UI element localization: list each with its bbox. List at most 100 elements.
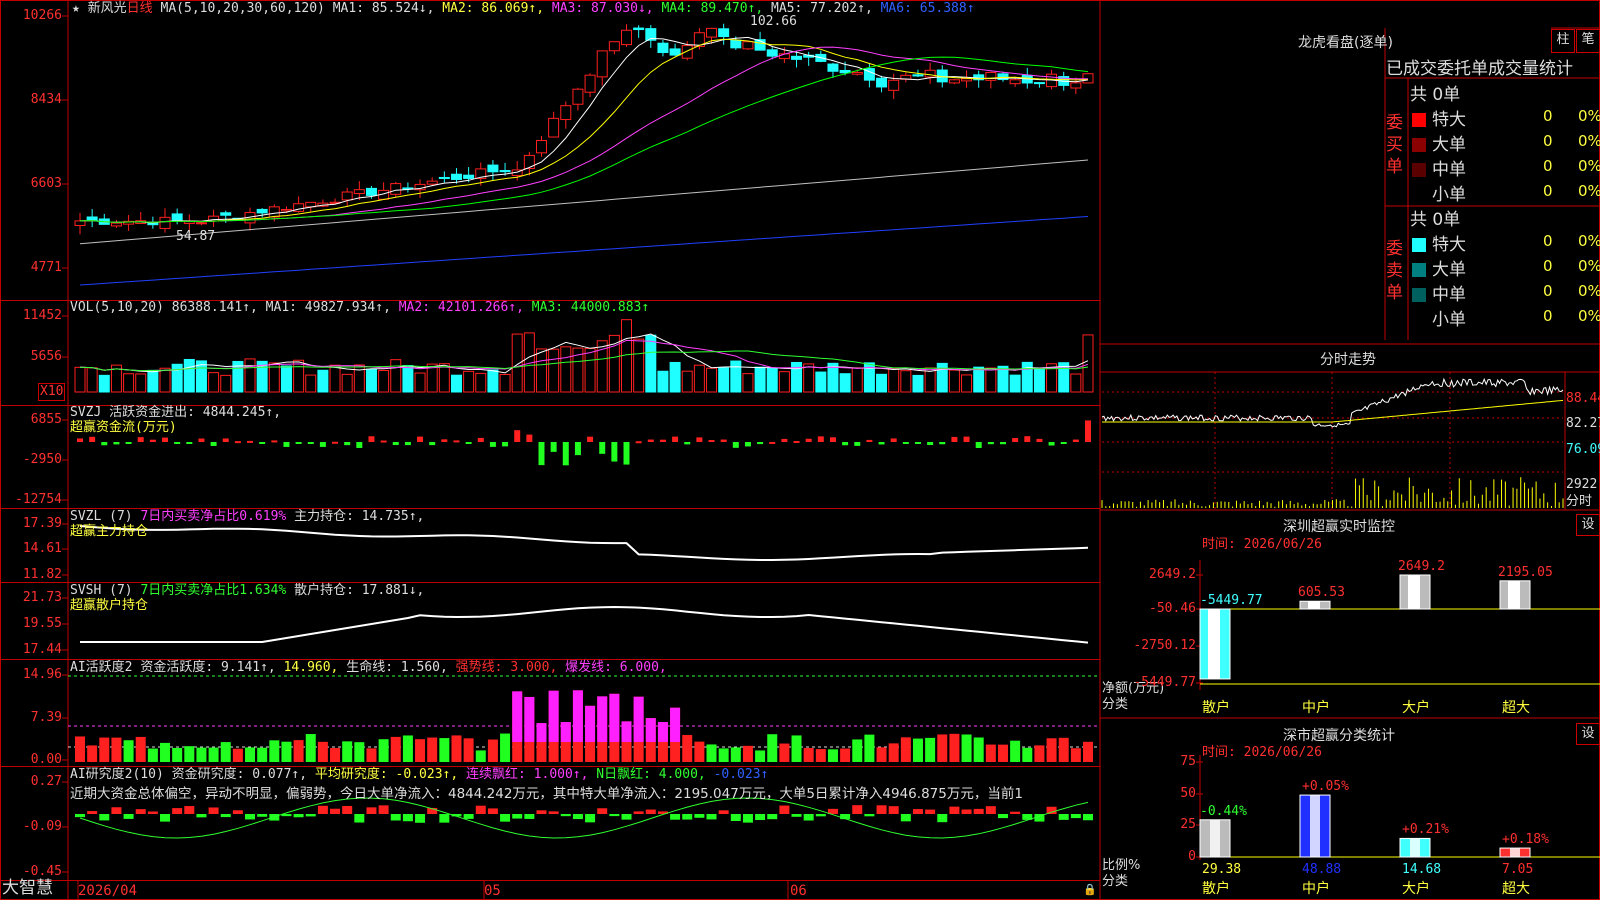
research-bar — [184, 806, 195, 814]
research-bar — [160, 814, 171, 822]
research-bar — [439, 814, 450, 823]
candle-body — [876, 77, 888, 88]
fund-flow-bar — [477, 437, 484, 442]
svsh-y-label: 17.44 — [22, 642, 62, 657]
fund-flow-bar — [429, 442, 436, 446]
candle-body — [730, 39, 742, 49]
ma5-line — [79, 159, 1089, 245]
candle-body — [948, 79, 960, 84]
fund-flow-bar — [963, 436, 970, 442]
activity-bar — [99, 737, 110, 762]
stat-tabs[interactable]: 已成交委托单成交量统计 — [1386, 54, 1600, 79]
class-axis-sub: 分类 — [1102, 874, 1129, 889]
candle-body — [280, 209, 292, 212]
volume-bar — [730, 360, 742, 393]
volume-bar — [305, 374, 317, 393]
activity-burst-bar — [524, 696, 535, 742]
volume-bar — [135, 373, 147, 393]
volume-bar — [1070, 373, 1082, 393]
order-size-name: 特大 — [1432, 110, 1466, 130]
ai2-research: 资金研究度: 0.077↑, — [171, 767, 308, 782]
sz-value-label: -5449.77 — [1200, 593, 1263, 608]
activity-bar — [317, 741, 328, 762]
research-bar — [925, 809, 936, 814]
order-pct: 0% — [1578, 182, 1600, 200]
volume-bar — [147, 369, 159, 393]
research-bar — [415, 814, 426, 823]
research-bar — [220, 814, 231, 818]
star-icon[interactable]: ★ — [72, 1, 80, 16]
research-bar — [803, 814, 814, 821]
sz-net-bar-highlight — [1308, 601, 1320, 609]
ai2-y-label: -0.09 — [22, 819, 62, 834]
volume-bar — [365, 368, 377, 393]
volume-bar — [778, 371, 790, 393]
research-bar — [257, 814, 268, 817]
research-bar — [742, 814, 753, 823]
activity-burst-bar — [645, 718, 656, 742]
buy-orders-label: 委买单 — [1386, 113, 1403, 177]
fund-flow-bar — [574, 442, 581, 456]
research-bar — [949, 806, 960, 814]
ma2-value: MA2: 86.069↑, — [442, 1, 545, 16]
svzj-value: 活跃资金进出: 4844.245↑, — [109, 405, 282, 420]
activity-bar — [852, 739, 863, 762]
volume-bar — [463, 370, 475, 393]
volume-bar — [1033, 367, 1045, 393]
research-bar — [755, 814, 766, 821]
activity-bar — [402, 735, 413, 762]
period-label[interactable]: 日线 — [127, 1, 153, 16]
intraday-high: 88.44 — [1566, 391, 1600, 406]
main-y-label: 10266 — [22, 8, 62, 23]
candle-body — [341, 191, 353, 201]
sz-settings-button[interactable]: 设 — [1576, 514, 1600, 536]
volume-bar — [244, 358, 256, 393]
tick-mode-button[interactable]: 笔 — [1576, 29, 1600, 53]
activity-bar — [135, 736, 146, 762]
color-swatch — [1412, 188, 1426, 202]
fund-flow-bar — [489, 442, 496, 447]
order-count: 0 — [1543, 107, 1553, 125]
ma6-value: MA6: 65.388↑ — [880, 1, 975, 16]
activity-burst-bar — [548, 690, 559, 742]
research-bar — [99, 814, 110, 821]
activity-bar — [390, 736, 401, 762]
svzl-ratio: 7日内买卖净占比0.619% — [140, 509, 287, 524]
activity-bar — [937, 734, 948, 762]
research-bar — [912, 809, 923, 814]
fund-flow-bar — [417, 436, 424, 442]
volume-bar — [499, 373, 511, 393]
bar-mode-button[interactable]: 柱 — [1551, 29, 1575, 53]
research-bar — [512, 814, 523, 819]
intraday-low: 76.09 — [1566, 442, 1600, 457]
class-settings-button[interactable]: 设 — [1576, 723, 1600, 745]
color-swatch — [1412, 313, 1426, 327]
fund-flow-bar — [101, 442, 108, 446]
research-bar — [779, 805, 790, 814]
volume-bar — [1082, 334, 1094, 393]
color-swatch — [1412, 238, 1426, 252]
research-bar — [670, 814, 681, 820]
class-y-label: 0 — [1188, 849, 1196, 864]
ma3-value: MA3: 87.030↓, — [551, 1, 654, 16]
candle-body — [888, 79, 900, 91]
fund-flow-bar — [526, 434, 533, 442]
activity-bar — [378, 739, 389, 762]
volume-bar — [742, 373, 754, 393]
activity-burst-bar — [633, 696, 644, 742]
candle-body — [633, 27, 645, 31]
intraday-title[interactable]: 分时走势 — [1320, 349, 1376, 369]
research-bar — [937, 814, 948, 823]
activity-bar — [232, 748, 243, 762]
vol-unit: X10 — [38, 383, 66, 401]
volume-bar — [317, 369, 329, 393]
candle-body — [608, 41, 620, 52]
research-bar — [1070, 814, 1081, 819]
lock-icon[interactable]: 🔒 — [1083, 882, 1097, 898]
activity-bar — [293, 740, 304, 762]
research-bar — [815, 814, 826, 817]
volume-bar — [876, 373, 888, 393]
activity-burst-bar — [621, 721, 632, 742]
vol-y-label: 11452 — [22, 308, 62, 323]
research-bar — [864, 814, 875, 817]
